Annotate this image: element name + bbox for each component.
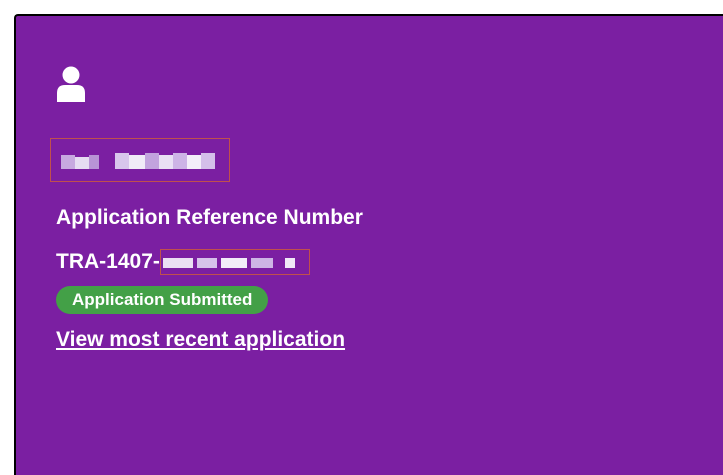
- applicant-name: [50, 138, 230, 182]
- status-badge: Application Submitted: [56, 286, 269, 314]
- reference-number-label: Application Reference Number: [56, 206, 363, 229]
- reference-number-redacted: [159, 249, 310, 275]
- application-card: Application Reference Number TRA-1407- A…: [14, 14, 723, 475]
- reference-number-prefix: TRA-1407-: [56, 250, 160, 273]
- user-icon: [57, 66, 85, 102]
- view-recent-application-link[interactable]: View most recent application: [56, 328, 345, 352]
- reference-number-value: TRA-1407-: [56, 249, 310, 275]
